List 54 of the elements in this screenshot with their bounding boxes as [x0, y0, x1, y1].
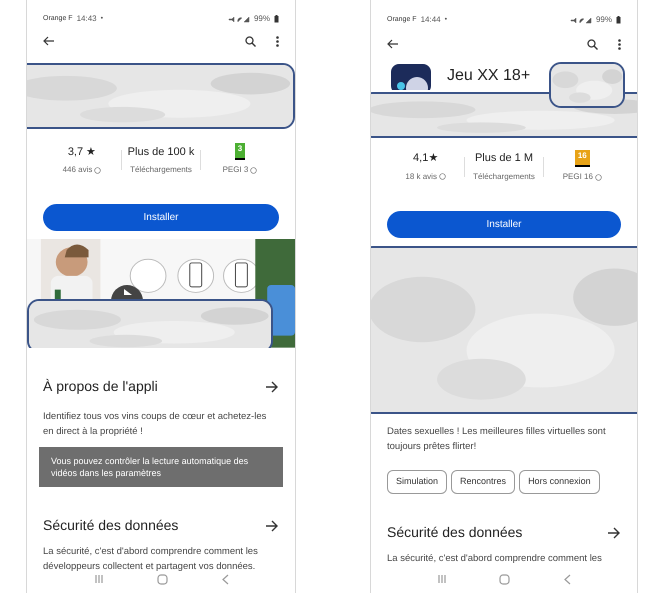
app-description: Identifiez tous vos vins coups de cœur et achetez-les en direct à la propriété ! — [42, 410, 268, 439]
app-description: Dates sexuelles ! Les meilleures filles virtuelles sont toujours prêtes flirter! — [386, 425, 607, 454]
info-icon — [438, 173, 446, 180]
section-title: Sécurité des données — [43, 516, 178, 535]
search-icon[interactable] — [245, 36, 256, 47]
back-arrow-icon[interactable] — [387, 39, 399, 49]
category-chip[interactable]: Rencontres — [451, 470, 516, 494]
data-safety-text: La sécurité, c'est d'abord comprendre comment les développeurs collectent et partagent vos données. — [42, 545, 259, 574]
section-title: Sécurité des données — [387, 523, 522, 542]
battery-icon — [616, 16, 621, 24]
stat-label: Téléchargements — [130, 164, 192, 176]
stat-label: 18 k avis — [405, 170, 437, 183]
arrow-right-icon[interactable] — [265, 520, 279, 532]
home-icon[interactable] — [156, 574, 168, 585]
rating-value: 3,7 ★ — [68, 144, 96, 160]
recent-apps-icon[interactable] — [94, 574, 104, 584]
rating-value: 4,1★ — [413, 151, 438, 166]
app-title: Jeu XX 18+ — [447, 66, 530, 86]
search-icon[interactable] — [587, 38, 598, 50]
stat-label: 446 avis — [62, 164, 92, 176]
stat-label: PEGI 3 — [222, 164, 248, 176]
recent-apps-icon[interactable] — [437, 574, 448, 584]
category-chip[interactable]: Hors connexion — [519, 470, 600, 494]
back-icon[interactable] — [220, 574, 228, 585]
download-count: Plus de 100 k — [128, 144, 194, 160]
arrow-right-icon[interactable] — [607, 526, 621, 538]
status-time: 14:44 — [420, 14, 441, 26]
info-icon — [594, 174, 602, 180]
signal-icons — [228, 16, 250, 23]
install-button[interactable]: Installer — [387, 211, 621, 238]
info-icon — [250, 166, 258, 174]
pegi-badge: 16 — [574, 150, 590, 167]
signal-icons — [570, 16, 592, 24]
stat-label: PEGI 16 — [562, 171, 593, 183]
back-icon[interactable] — [562, 574, 571, 585]
battery-icon — [274, 15, 279, 24]
battery-percent: 99% — [254, 13, 270, 26]
section-title: À propos de l'appli — [43, 377, 158, 396]
more-menu-icon[interactable] — [276, 36, 279, 47]
back-arrow-icon[interactable] — [43, 36, 55, 46]
arrow-right-icon[interactable] — [265, 380, 279, 392]
home-icon[interactable] — [499, 574, 510, 585]
download-count: Plus de 1 M — [474, 151, 534, 166]
category-chip[interactable]: Simulation — [387, 470, 448, 494]
install-button[interactable]: Installer — [43, 204, 279, 232]
pegi-badge: 3 — [234, 143, 246, 160]
battery-percent: 99% — [596, 14, 612, 26]
info-icon — [94, 166, 102, 174]
data-safety-text: La sécurité, c'est d'abord comprendre comment les — [386, 552, 603, 566]
more-menu-icon[interactable] — [618, 38, 621, 50]
tooltip: Vous pouvez contrôler la lecture automatique des vidéos dans les paramètres — [39, 447, 283, 487]
app-icon — [391, 64, 431, 90]
stat-label: Téléchargements — [473, 170, 535, 183]
status-time: 14:43 — [76, 13, 97, 26]
